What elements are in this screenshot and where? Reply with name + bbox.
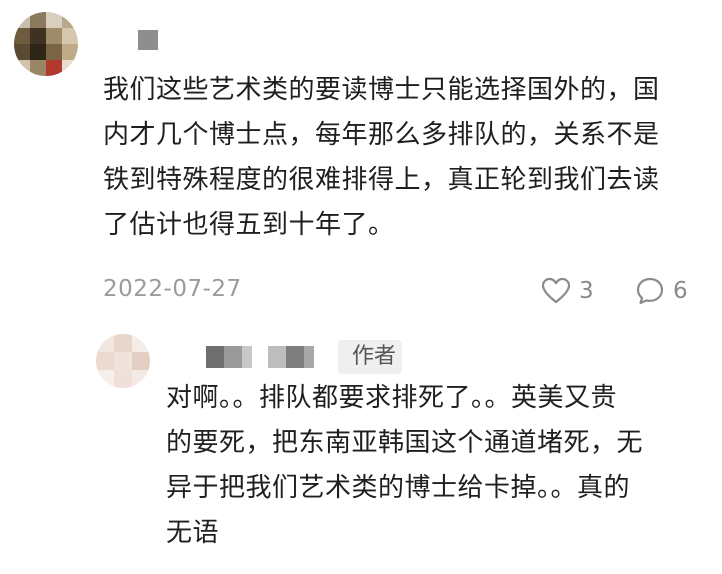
like-button[interactable]: 3 bbox=[541, 274, 594, 308]
reply-text: 对啊。。排队都要求排死了。。英美又贵 的要死，把东南亚韩国这个通道堵死，无 异于… bbox=[166, 383, 644, 548]
username-redacted[interactable] bbox=[138, 30, 158, 50]
avatar[interactable] bbox=[14, 12, 78, 76]
reply-username-redacted[interactable] bbox=[206, 346, 314, 368]
heart-icon bbox=[541, 277, 571, 304]
author-badge: 作者 bbox=[338, 340, 403, 374]
reply-count: 6 bbox=[673, 278, 688, 304]
comment-bubble-icon bbox=[636, 277, 664, 305]
comment-meta: 2022-07-27 3 6 bbox=[103, 274, 703, 310]
comment-item: 我们这些艺术类的要读博士只能选择国外的，国 内才几个博士点，每年那么多排队的，关… bbox=[0, 0, 722, 320]
reply-avatar[interactable] bbox=[96, 334, 150, 388]
reply-button[interactable]: 6 bbox=[635, 274, 688, 308]
comment-text: 我们这些艺术类的要读博士只能选择国外的，国 内才几个博士点，每年那么多排队的，关… bbox=[103, 75, 660, 240]
comment-date: 2022-07-27 bbox=[103, 276, 242, 302]
like-count: 3 bbox=[579, 278, 594, 304]
reply-item: 作者 对啊。。排队都要求排死了。。英美又贵 的要死，把东南亚韩国这个通道堵死，无… bbox=[0, 320, 722, 574]
